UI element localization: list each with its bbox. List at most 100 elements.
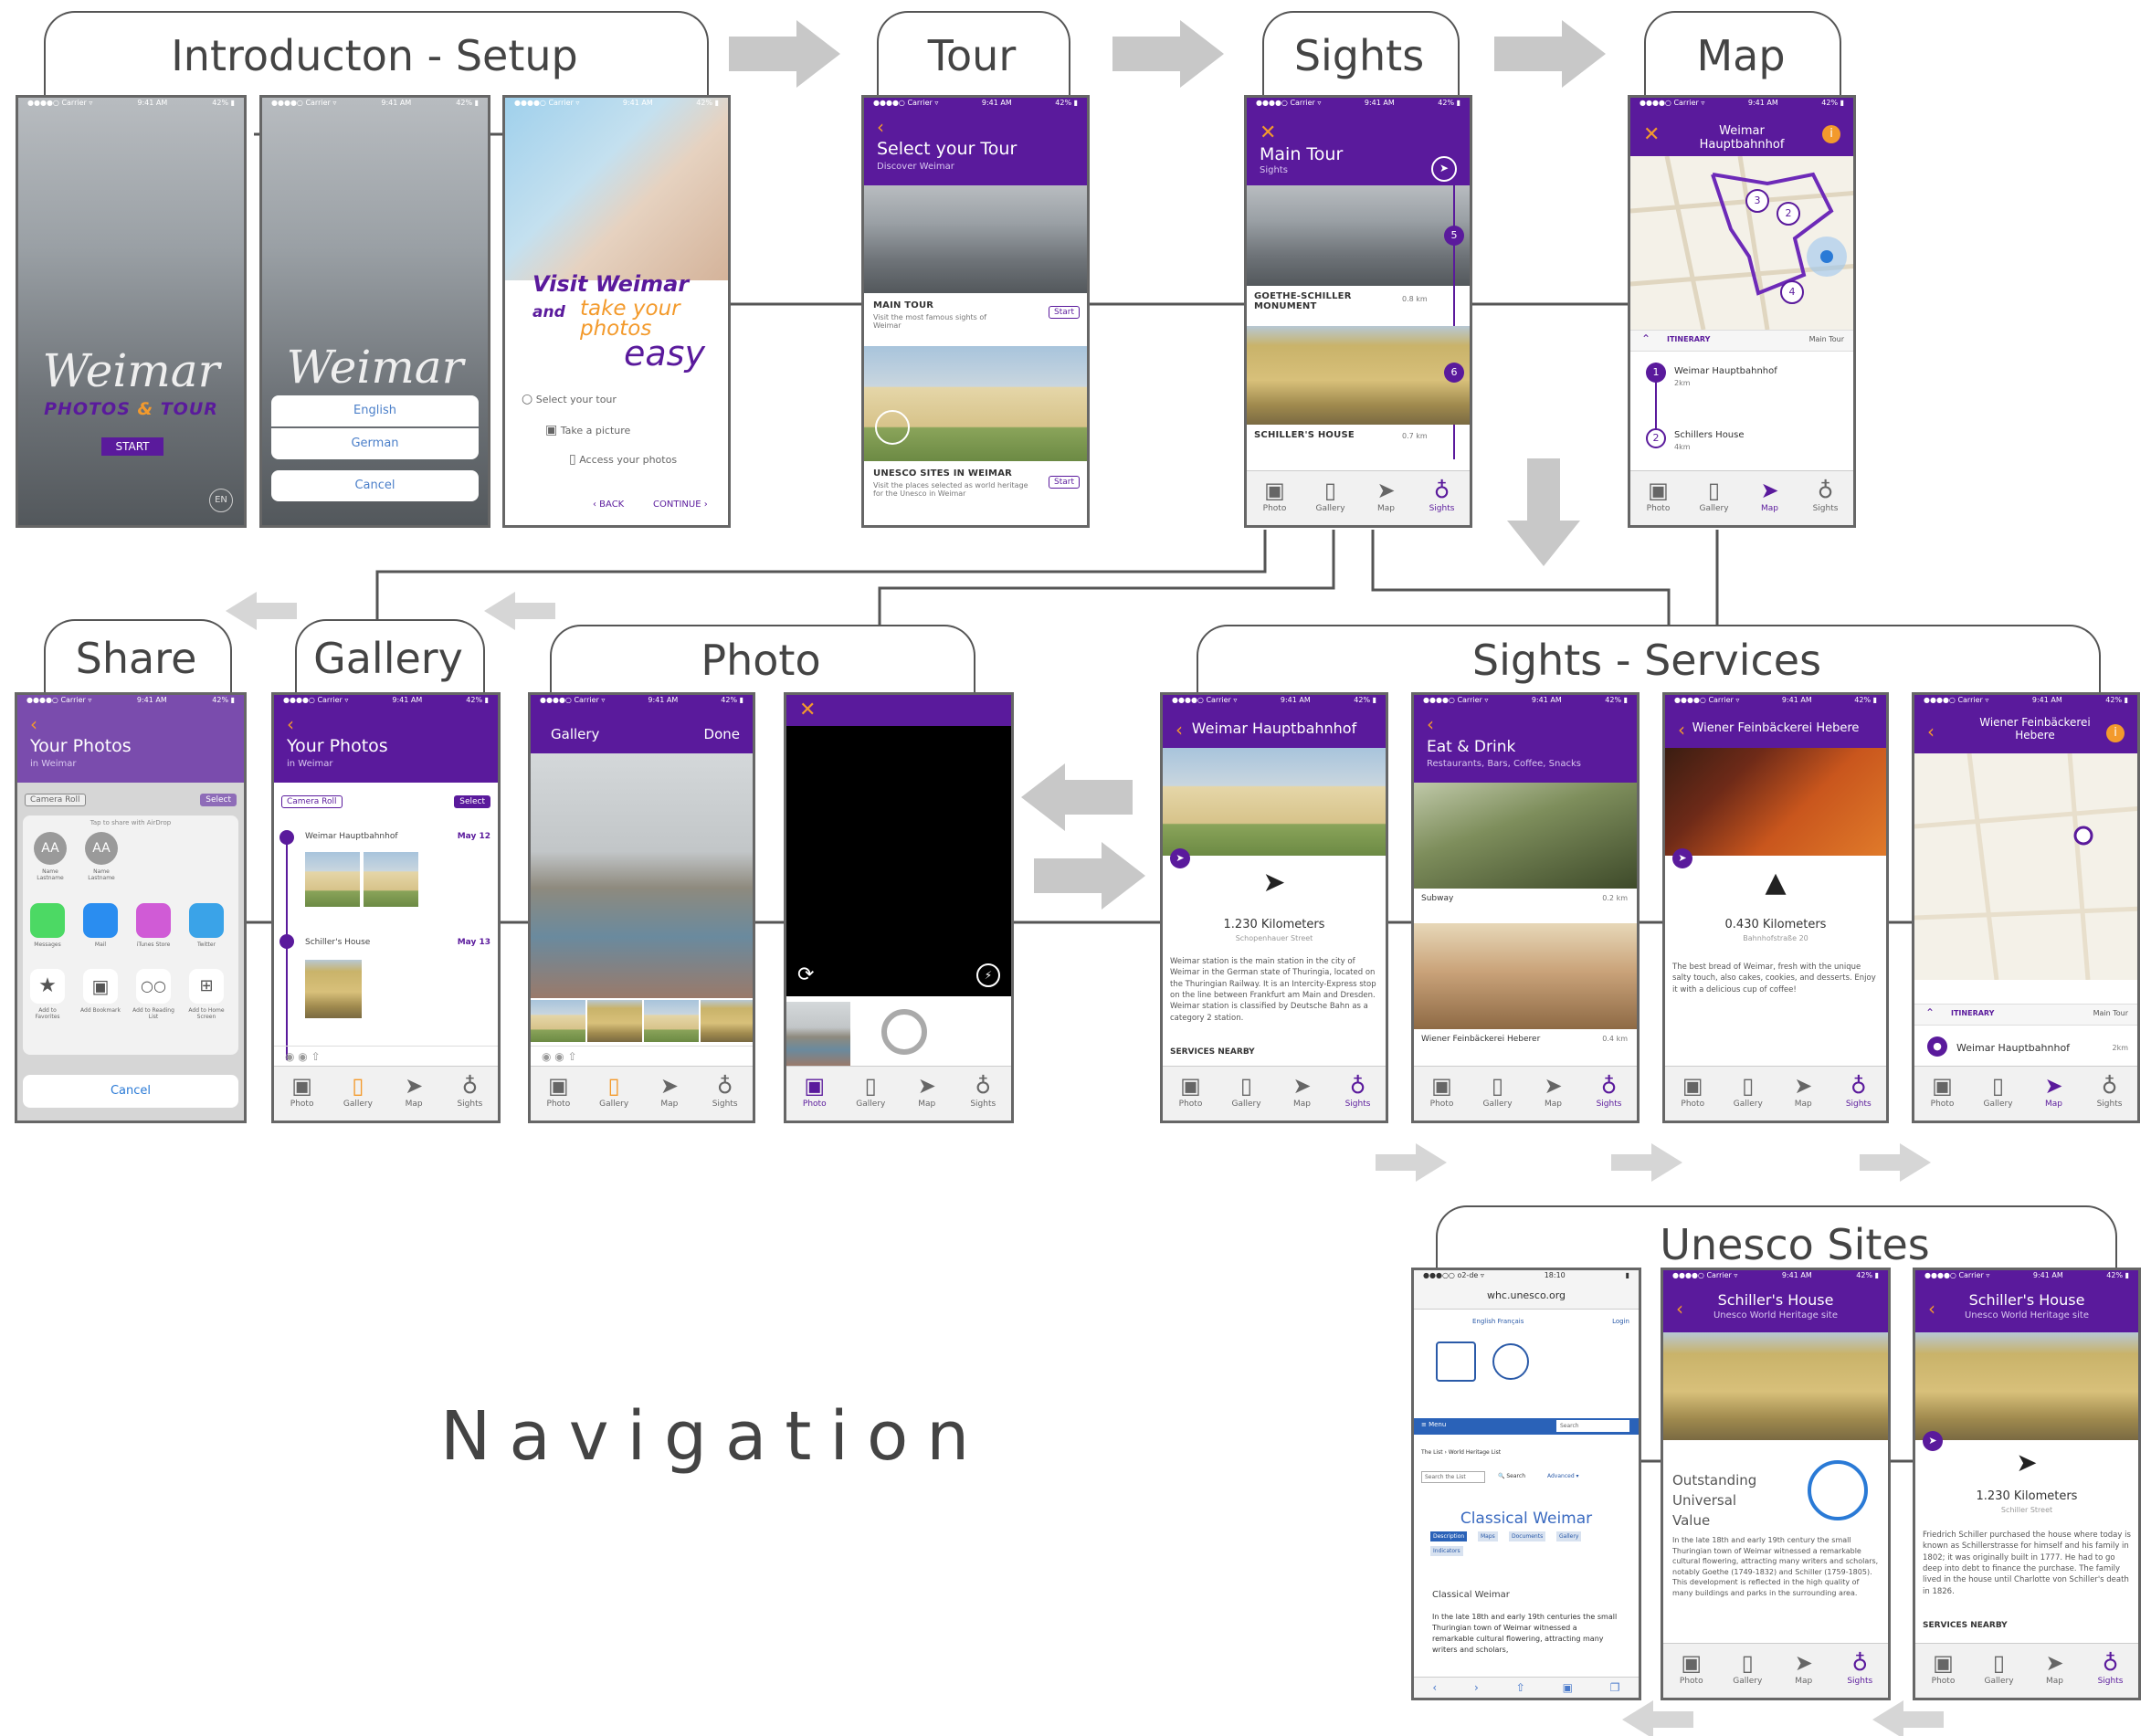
- photo-strip-thumbnail[interactable]: [644, 1000, 699, 1042]
- map-view[interactable]: [1630, 156, 1853, 330]
- shutter-button[interactable]: [881, 1009, 927, 1055]
- map-pin[interactable]: 3: [1745, 189, 1769, 213]
- web-search-input[interactable]: Search: [1556, 1420, 1629, 1432]
- start-button[interactable]: START: [101, 437, 163, 456]
- bookmark-icon[interactable]: ▣: [83, 969, 118, 1004]
- tab-sights[interactable]: ♁ Sights: [701, 1072, 749, 1109]
- tab-sights[interactable]: ♁ Sights: [1835, 1072, 1882, 1109]
- tab-sights[interactable]: ♁ Sights: [2086, 1072, 2134, 1109]
- tab-photo[interactable]: ▣ Photo: [1635, 477, 1682, 513]
- back-link[interactable]: ‹ BACK: [593, 500, 624, 510]
- info-icon[interactable]: i: [2106, 724, 2125, 742]
- tab-map[interactable]: ➤ Map: [2031, 1649, 2079, 1686]
- tab-gallery[interactable]: ▯ Gallery: [590, 1072, 638, 1109]
- tab-map[interactable]: ➤ Map: [646, 1072, 693, 1109]
- info-icon[interactable]: i: [1822, 125, 1840, 143]
- language-badge[interactable]: EN: [209, 489, 233, 512]
- tab-gallery[interactable]: ▯ Gallery: [847, 1072, 894, 1109]
- login-link[interactable]: Login: [1612, 1318, 1629, 1325]
- back-icon[interactable]: ‹: [1927, 722, 1935, 741]
- web-tab-documents[interactable]: Documents: [1509, 1531, 1546, 1541]
- web-tab-indicators[interactable]: Indicators: [1430, 1546, 1463, 1556]
- tab-photo[interactable]: ▣ Photo: [1418, 1072, 1466, 1109]
- advanced-link[interactable]: Advanced ▾: [1547, 1473, 1579, 1479]
- tab-sights[interactable]: ♁ Sights: [1836, 1649, 1883, 1686]
- search-list-button[interactable]: 🔍 Search: [1498, 1473, 1525, 1479]
- tab-photo[interactable]: ▣ Photo: [534, 1072, 582, 1109]
- tab-map[interactable]: ➤ Map: [1780, 1649, 1828, 1686]
- photo-strip-thumbnail[interactable]: [531, 1000, 585, 1042]
- tab-sights[interactable]: ♁ Sights: [1586, 1072, 1633, 1109]
- close-icon[interactable]: ✕: [1260, 123, 1276, 143]
- tab-sights[interactable]: ♁ Sights: [1334, 1072, 1382, 1109]
- locate-icon[interactable]: ➤: [1431, 156, 1457, 182]
- language-links[interactable]: English Français: [1472, 1318, 1524, 1325]
- web-tab-description[interactable]: Description: [1430, 1531, 1468, 1541]
- tab-map[interactable]: ➤ Map: [1530, 1072, 1577, 1109]
- map-view[interactable]: [1914, 753, 2137, 980]
- photo-strip-thumbnail[interactable]: [701, 1000, 753, 1042]
- map-pin[interactable]: 4: [1780, 280, 1804, 304]
- place-name[interactable]: Subway: [1421, 894, 1453, 903]
- camera-roll-button[interactable]: Camera Roll: [25, 794, 86, 806]
- tab-gallery[interactable]: ▯ Gallery: [1474, 1072, 1522, 1109]
- tab-photo[interactable]: ▣ Photo: [1251, 477, 1299, 513]
- close-icon[interactable]: ✕: [1643, 125, 1660, 145]
- itinerary-bar[interactable]: ⌃ ITINERARY Main Tour: [1630, 330, 1853, 352]
- contact-avatar[interactable]: AA: [34, 832, 67, 865]
- itinerary-stop-name[interactable]: Weimar Hauptbahnhof: [1674, 366, 1777, 376]
- tab-map[interactable]: ➤ Map: [1746, 477, 1794, 513]
- tab-gallery[interactable]: ▯ Gallery: [1223, 1072, 1271, 1109]
- tour-marker[interactable]: 6: [1444, 363, 1464, 383]
- breadcrumb[interactable]: The List › World Heritage List: [1421, 1449, 1501, 1456]
- tab-photo[interactable]: ▣ Photo: [1669, 1072, 1716, 1109]
- place-name[interactable]: Wiener Feinbäckerei Heberer: [1421, 1035, 1540, 1044]
- tab-photo[interactable]: ▣ Photo: [1919, 1072, 1966, 1109]
- language-cancel-button[interactable]: Cancel: [271, 470, 479, 501]
- app-mail-icon[interactable]: [83, 903, 118, 938]
- tab-map[interactable]: ➤ Map: [1279, 1072, 1326, 1109]
- back-icon[interactable]: ‹: [1427, 715, 1434, 733]
- continue-link[interactable]: CONTINUE ›: [653, 500, 708, 510]
- tab-photo[interactable]: ▣ Photo: [279, 1072, 326, 1109]
- select-button[interactable]: Select: [454, 795, 490, 808]
- tab-photo[interactable]: ▣ Photo: [1167, 1072, 1215, 1109]
- gallery-thumbnail[interactable]: [305, 852, 360, 907]
- back-icon[interactable]: ‹: [287, 715, 294, 733]
- select-button[interactable]: Select: [200, 794, 237, 806]
- navigate-icon[interactable]: ➤: [1170, 848, 1190, 868]
- web-tab-maps[interactable]: Maps: [1478, 1531, 1498, 1541]
- tab-gallery[interactable]: ▯ Gallery: [334, 1072, 382, 1109]
- tab-map[interactable]: ➤ Map: [390, 1072, 438, 1109]
- tab-sights[interactable]: ♁ Sights: [446, 1072, 493, 1109]
- web-tab-gallery[interactable]: Gallery: [1556, 1531, 1582, 1541]
- gallery-link[interactable]: Gallery: [551, 726, 599, 742]
- menu-link[interactable]: ≡ Menu: [1421, 1421, 1446, 1428]
- gallery-thumbnail[interactable]: [305, 960, 362, 1018]
- tab-gallery[interactable]: ▯ Gallery: [1724, 1649, 1771, 1686]
- tab-sights[interactable]: ♁ Sights: [959, 1072, 1007, 1109]
- language-option-german[interactable]: German: [271, 428, 479, 459]
- share-cancel-button[interactable]: Cancel: [23, 1075, 238, 1108]
- home-screen-icon[interactable]: ⊞: [189, 969, 224, 1004]
- search-list-input[interactable]: Search the List: [1421, 1471, 1485, 1483]
- tab-gallery[interactable]: ▯ Gallery: [1976, 1649, 2023, 1686]
- back-icon[interactable]: ‹: [30, 715, 37, 733]
- tab-sights[interactable]: ♁ Sights: [2087, 1649, 2135, 1686]
- itinerary-bar[interactable]: ⌃ ITINERARY Main Tour: [1914, 1004, 2137, 1026]
- tab-gallery[interactable]: ▯ Gallery: [1724, 1072, 1772, 1109]
- flash-icon[interactable]: ⚡: [976, 963, 1000, 987]
- tab-gallery[interactable]: ▯ Gallery: [1691, 477, 1738, 513]
- tab-map[interactable]: ➤ Map: [1779, 1072, 1827, 1109]
- itinerary-stop-name[interactable]: Schillers House: [1674, 430, 1745, 440]
- tour-start-button[interactable]: Start: [1049, 306, 1080, 319]
- star-icon[interactable]: ★: [30, 969, 65, 1004]
- tab-gallery[interactable]: ▯ Gallery: [1975, 1072, 2022, 1109]
- last-photo-thumbnail[interactable]: [786, 1002, 850, 1066]
- tab-map[interactable]: ➤ Map: [1363, 477, 1410, 513]
- navigate-icon[interactable]: ➤: [1672, 848, 1692, 868]
- photo-strip-thumbnail[interactable]: [587, 1000, 642, 1042]
- app-messages-icon[interactable]: [30, 903, 65, 938]
- tab-photo[interactable]: ▣ Photo: [1920, 1649, 1967, 1686]
- tab-sights[interactable]: ♁ Sights: [1802, 477, 1850, 513]
